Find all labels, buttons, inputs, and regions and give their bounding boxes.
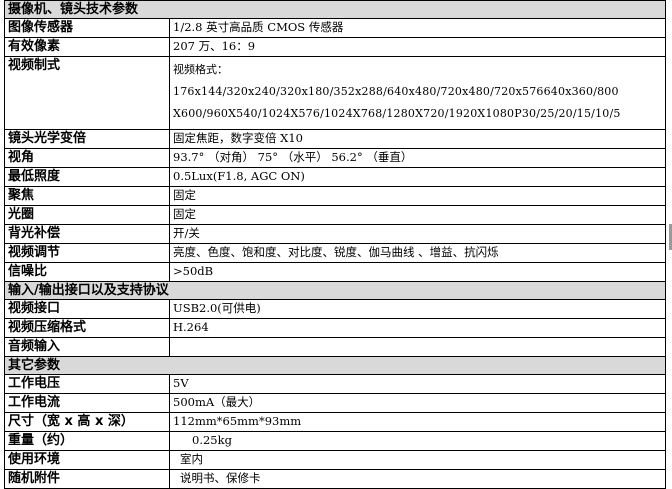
row-pixels: 有效像素 207 万、16：9 (4, 37, 666, 57)
row-value: USB2.0(可供电) (169, 299, 666, 319)
row-value: >50dB (169, 262, 666, 282)
row-label: 重量（约） (4, 431, 170, 451)
row-label: 视频调节 (4, 243, 170, 263)
row-label: 视频压缩格式 (4, 318, 170, 338)
row-value: 视频格式： 176x144/320x240/320x180/352x288/64… (169, 56, 666, 130)
section-other: 其它参数 (4, 356, 666, 375)
row-label: 视频接口 (4, 299, 170, 319)
row-label: 光圈 (4, 205, 170, 225)
row-value: 207 万、16：9 (169, 37, 666, 57)
row-label: 视角 (4, 148, 170, 168)
row-fov: 视角 93.7° （对角） 75° （水平） 56.2° （垂直） (4, 148, 666, 168)
row-value: 亮度、色度、饱和度、对比度、锐度、伽马曲线 、增益、抗闪烁 (169, 243, 666, 263)
row-current: 工作电流 500mA（最大） (4, 393, 666, 413)
row-snr: 信噪比 >50dB (4, 262, 666, 282)
row-value: 1/2.8 英寸高品质 CMOS 传感器 (169, 18, 666, 38)
row-label: 工作电流 (4, 393, 170, 413)
spec-table: 摄像机、镜头技术参数 图像传感器 1/2.8 英寸高品质 CMOS 传感器 有效… (4, 0, 666, 489)
row-label: 工作电压 (4, 374, 170, 394)
row-value: 93.7° （对角） 75° （水平） 56.2° （垂直） (169, 148, 666, 168)
row-iris: 光圈 固定 (4, 205, 666, 225)
row-label: 使用环境 (4, 450, 170, 470)
row-value: 0.25kg (169, 431, 666, 451)
section-io: 输入/输出接口以及支持协议 (4, 281, 666, 300)
row-label: 信噪比 (4, 262, 170, 282)
row-value: H.264 (169, 318, 666, 338)
row-weight: 重量（约） 0.25kg (4, 431, 666, 451)
row-size: 尺寸（宽 x 高 x 深） 112mm*65mm*93mm (4, 412, 666, 432)
row-label: 有效像素 (4, 37, 170, 57)
row-video-format: 视频制式 视频格式： 176x144/320x240/320x180/352x2… (4, 56, 666, 130)
row-value: 500mA（最大） (169, 393, 666, 413)
section-title: 其它参数 (4, 356, 666, 375)
row-label: 最低照度 (4, 167, 170, 187)
row-voltage: 工作电压 5V (4, 374, 666, 394)
video-format-resolutions-1: 176x144/320x240/320x180/352x288/640x480/… (173, 85, 619, 98)
row-label: 视频制式 (4, 56, 170, 130)
row-video-port: 视频接口 USB2.0(可供电) (4, 299, 666, 319)
row-value: 0.5Lux(F1.8, AGC ON) (169, 167, 666, 187)
row-accessories: 随机附件 说明书、保修卡 (4, 469, 666, 489)
row-label: 背光补偿 (4, 224, 170, 244)
row-blc: 背光补偿 开/关 (4, 224, 666, 244)
section-title: 输入/输出接口以及支持协议 (4, 281, 666, 300)
row-value: 说明书、保修卡 (169, 469, 666, 489)
row-label: 镜头光学变倍 (4, 129, 170, 149)
row-value: 固定 (169, 186, 666, 206)
row-label: 聚焦 (4, 186, 170, 206)
row-value: 固定焦距，数字变倍 X10 (169, 129, 666, 149)
section-camera-lens: 摄像机、镜头技术参数 (4, 0, 666, 19)
row-value: 开/关 (169, 224, 666, 244)
row-value: 5V (169, 374, 666, 394)
video-format-heading: 视频格式： (173, 63, 228, 76)
row-label: 图像传感器 (4, 18, 170, 38)
row-audio-in: 音频输入 (4, 337, 666, 357)
row-zoom: 镜头光学变倍 固定焦距，数字变倍 X10 (4, 129, 666, 149)
row-label: 随机附件 (4, 469, 170, 489)
spec-sheet: 摄像机、镜头技术参数 图像传感器 1/2.8 英寸高品质 CMOS 传感器 有效… (4, 0, 666, 489)
row-focus: 聚焦 固定 (4, 186, 666, 206)
row-value (169, 337, 666, 357)
row-environment: 使用环境 室内 (4, 450, 666, 470)
section-title: 摄像机、镜头技术参数 (4, 0, 666, 19)
row-value: 固定 (169, 205, 666, 225)
row-video-adjust: 视频调节 亮度、色度、饱和度、对比度、锐度、伽马曲线 、增益、抗闪烁 (4, 243, 666, 263)
row-sensor: 图像传感器 1/2.8 英寸高品质 CMOS 传感器 (4, 18, 666, 38)
row-label: 尺寸（宽 x 高 x 深） (4, 412, 170, 432)
row-min-lux: 最低照度 0.5Lux(F1.8, AGC ON) (4, 167, 666, 187)
row-label: 音频输入 (4, 337, 170, 357)
video-format-resolutions-2: X600/960X540/1024X576/1024X768/1280X720/… (173, 107, 621, 120)
row-value: 室内 (169, 450, 666, 470)
row-compression: 视频压缩格式 H.264 (4, 318, 666, 338)
row-value: 112mm*65mm*93mm (169, 412, 666, 432)
